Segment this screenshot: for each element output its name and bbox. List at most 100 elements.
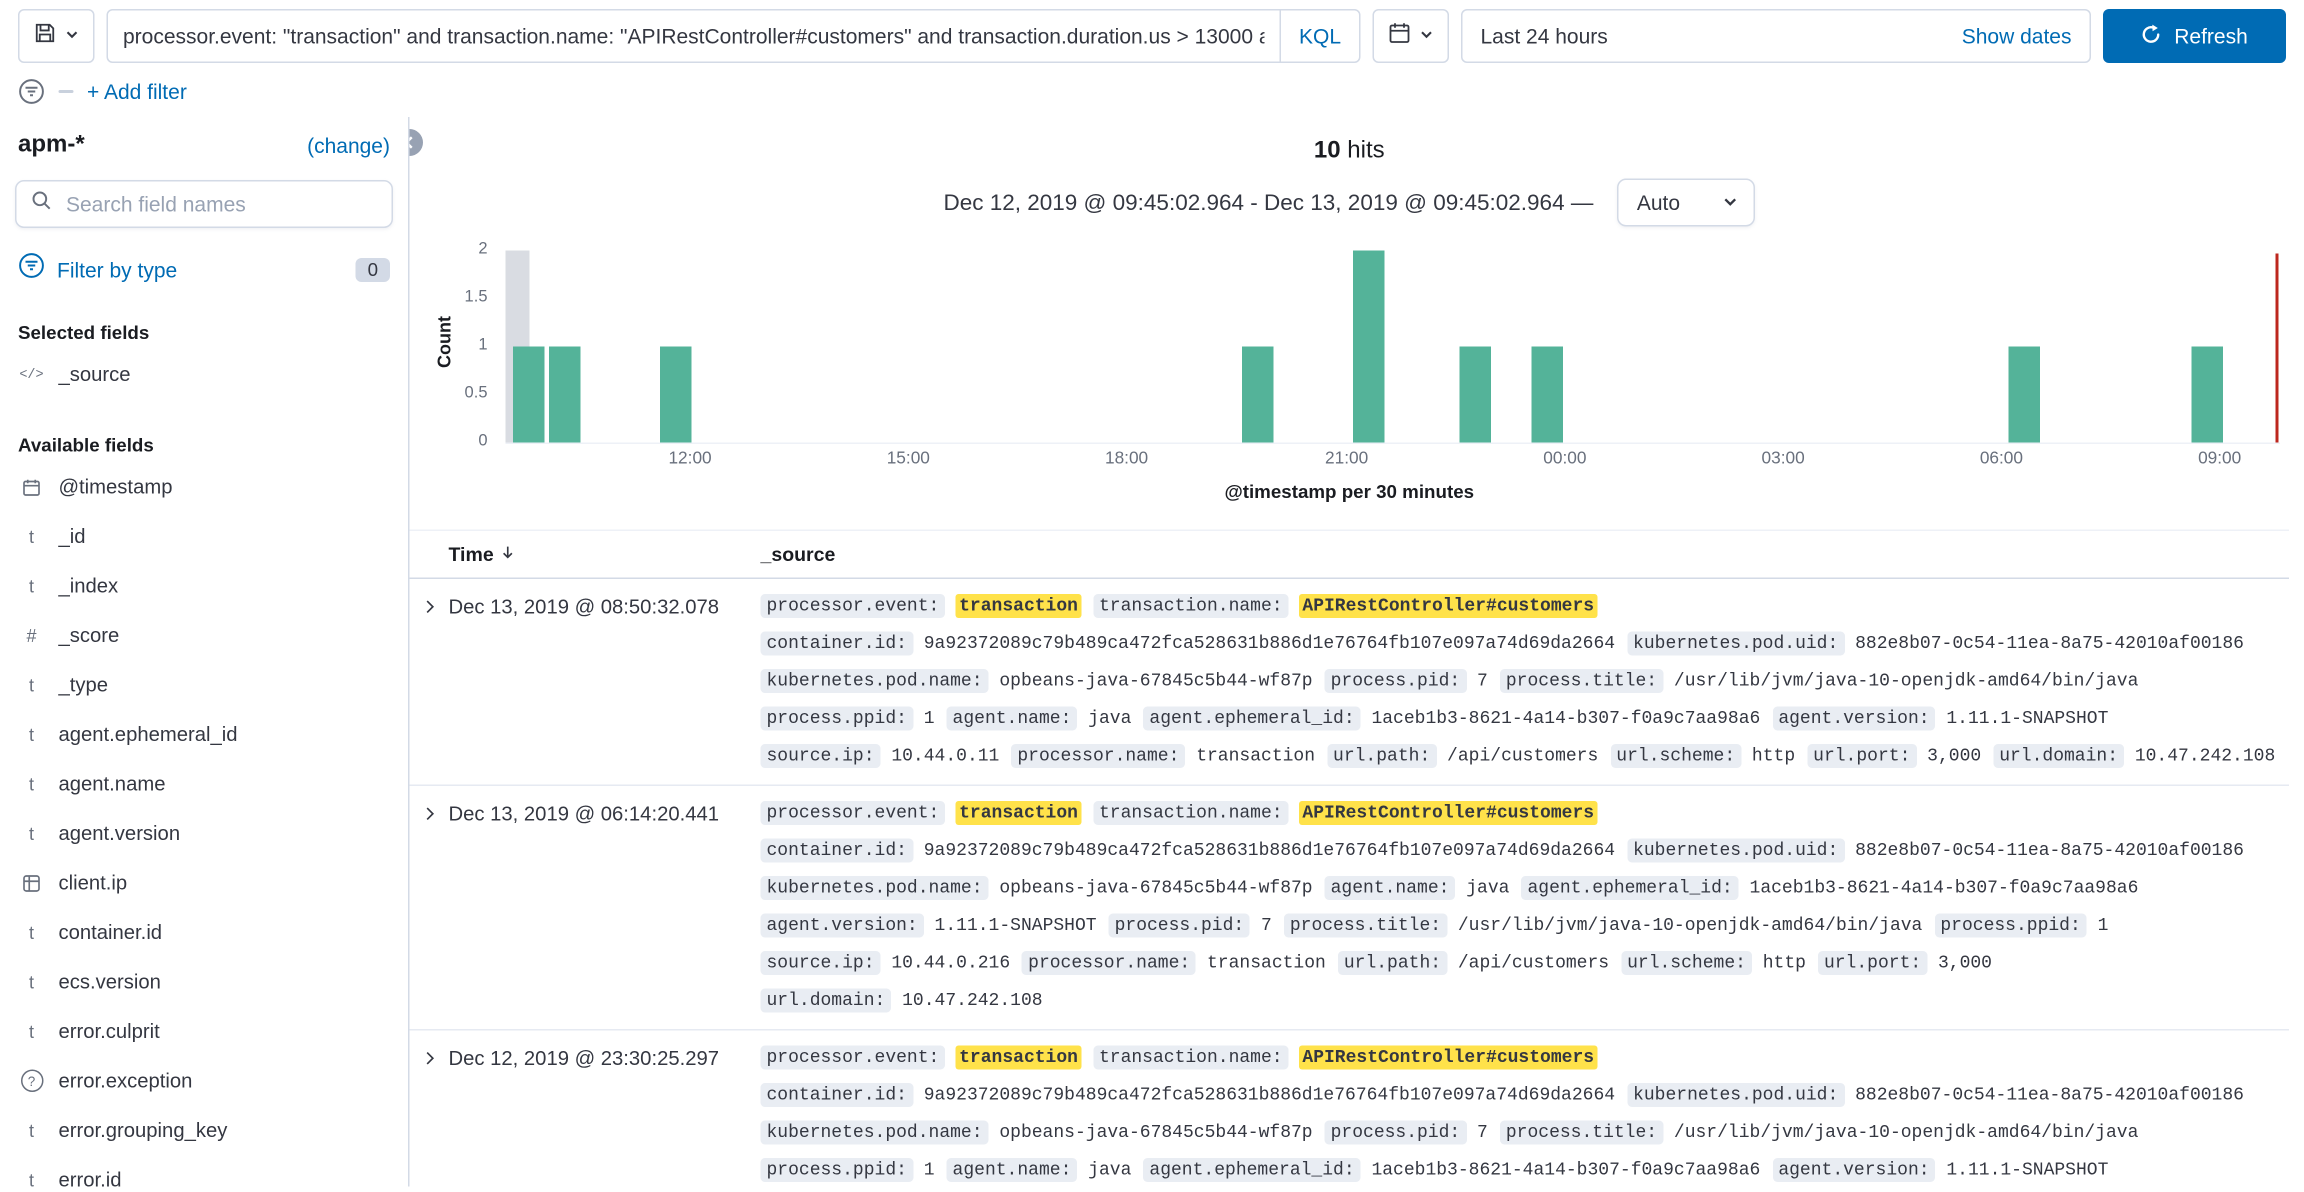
field-pair: agent.ephemeral_id: 1aceb1b3-8621-4a14-b… [1143, 707, 1760, 733]
hits-summary: 10 hits [410, 138, 2290, 165]
histogram-bar[interactable] [1531, 347, 1563, 443]
field-item-client.ip[interactable]: client.ip [12, 858, 396, 908]
save-query-button[interactable] [18, 9, 95, 63]
field-key: agent.ephemeral_id: [1143, 1158, 1360, 1182]
refresh-button[interactable]: Refresh [2103, 9, 2286, 63]
filter-options-icon[interactable] [18, 78, 45, 105]
field-key: url.port: [1818, 951, 1927, 975]
date-picker-button[interactable] [1373, 9, 1450, 63]
filter-by-type-button[interactable]: Filter by type [57, 257, 344, 281]
field-item-_type[interactable]: t_type [12, 660, 396, 710]
field-value: 9a92372089c79b489ca472fca528631b886d1e76… [924, 840, 1615, 861]
change-index-pattern-button[interactable]: (change) [307, 134, 390, 158]
histogram-bar[interactable] [1460, 347, 1492, 443]
query-input[interactable] [108, 24, 1279, 48]
time-column-header[interactable]: Time [449, 543, 761, 566]
x-axis-tick: 21:00 [1325, 450, 1368, 468]
x-axis-tick: 12:00 [668, 450, 711, 468]
histogram-bar[interactable] [2009, 347, 2041, 443]
expand-row-toggle[interactable] [410, 594, 449, 770]
field-value: 1 [2098, 915, 2109, 936]
field-key: agent.version: [1772, 707, 1935, 731]
field-pair: container.id: 9a92372089c79b489ca472fca5… [761, 632, 1616, 658]
field-value: 9a92372089c79b489ca472fca528631b886d1e76… [924, 1085, 1615, 1106]
field-item-error.id[interactable]: terror.id [12, 1155, 396, 1187]
field-pair: transaction.name: APIRestController#cust… [1093, 801, 1597, 827]
field-pair: url.port: 3,000 [1818, 951, 1992, 977]
field-item-agent.name[interactable]: tagent.name [12, 759, 396, 809]
field-item-agent.ephemeral_id[interactable]: tagent.ephemeral_id [12, 710, 396, 760]
field-item-error.grouping_key[interactable]: terror.grouping_key [12, 1106, 396, 1156]
kql-language-button[interactable]: KQL [1279, 11, 1359, 62]
field-pair: url.path: /api/customers [1327, 744, 1598, 770]
doc-timestamp: Dec 13, 2019 @ 06:14:20.441 [449, 801, 761, 1014]
x-axis-tick: 03:00 [1762, 450, 1805, 468]
field-pair: process.pid: 7 [1109, 914, 1272, 940]
field-value: 882e8b07-0c54-11ea-8a75-42010af00186 [1855, 1085, 2244, 1106]
kibana-discover-page: KQL Last 24 hours Show dates Refresh + A… [0, 0, 2304, 1192]
field-pair: url.scheme: http [1610, 744, 1795, 770]
field-item-container.id[interactable]: tcontainer.id [12, 908, 396, 958]
index-pattern-name: apm-* [18, 132, 85, 159]
available-fields-heading: Available fields [18, 435, 390, 456]
field-pair: kubernetes.pod.uid: 882e8b07-0c54-11ea-8… [1627, 839, 2244, 865]
histogram-bar[interactable] [660, 347, 692, 443]
doc-source: processor.event: transactiontransaction.… [761, 801, 2290, 1014]
y-axis-tick: 0.5 [425, 384, 488, 402]
string-type-icon: t [18, 575, 45, 596]
field-name: _type [59, 674, 109, 697]
field-pair: transaction.name: APIRestController#cust… [1093, 1046, 1597, 1072]
field-item-_source[interactable]: </>_source [12, 350, 396, 400]
histogram-plot[interactable]: 12:0015:0018:0021:0000:0003:0006:0009:00 [506, 251, 2281, 445]
field-value: 10.44.0.11 [891, 746, 999, 767]
histogram-bar[interactable] [1242, 347, 1274, 443]
field-item-_id[interactable]: t_id [12, 512, 396, 562]
string-type-icon: t [18, 1169, 45, 1186]
show-dates-button[interactable]: Show dates [1944, 24, 2090, 48]
field-value: /usr/lib/jvm/java-10-openjdk-amd64/bin/j… [1674, 1122, 2138, 1143]
field-item-_score[interactable]: #_score [12, 611, 396, 661]
field-value: transaction [1196, 746, 1315, 767]
x-axis-title: @timestamp per 30 minutes [410, 482, 2290, 503]
table-header-row: Time _source [410, 530, 2290, 580]
field-item-agent.version[interactable]: tagent.version [12, 809, 396, 859]
histogram-chart: Count 12:0015:0018:0021:0000:0003:0006:0… [410, 245, 2290, 524]
field-key: url.domain: [1993, 744, 2124, 768]
field-value: transaction [956, 1046, 1081, 1070]
histogram-time-range: Dec 12, 2019 @ 09:45:02.964 - Dec 13, 20… [943, 190, 1593, 216]
top-navigation: KQL Last 24 hours Show dates Refresh + A… [0, 0, 2304, 117]
field-item-@timestamp[interactable]: @timestamp [12, 462, 396, 512]
expand-row-toggle[interactable] [410, 1046, 449, 1187]
histogram-bar[interactable] [549, 347, 581, 443]
field-item-error.culprit[interactable]: terror.culprit [12, 1007, 396, 1057]
time-range-button[interactable]: Last 24 hours [1463, 24, 1944, 48]
add-filter-button[interactable]: + Add filter [87, 80, 187, 104]
expand-row-toggle[interactable] [410, 801, 449, 1014]
field-pair: url.path: /api/customers [1338, 951, 1609, 977]
field-key: kubernetes.pod.uid: [1627, 839, 1844, 863]
string-type-icon: t [18, 971, 45, 992]
field-item-error.exception[interactable]: ?error.exception [12, 1056, 396, 1106]
filter-bar: + Add filter [0, 63, 2304, 117]
histogram-bar[interactable] [513, 347, 545, 443]
field-pair: agent.name: java [947, 707, 1132, 733]
query-bar: KQL [107, 9, 1361, 63]
histogram-bar[interactable] [2191, 347, 2223, 443]
field-value: opbeans-java-67845c5b44-wf87p [999, 1122, 1312, 1143]
doc-timestamp: Dec 13, 2019 @ 08:50:32.078 [449, 594, 761, 770]
field-search-input[interactable] [63, 191, 378, 218]
filter-by-type-icon [18, 252, 45, 287]
field-item-ecs.version[interactable]: tecs.version [12, 957, 396, 1007]
field-key: kubernetes.pod.name: [761, 1121, 989, 1145]
field-pair: process.title: /usr/lib/jvm/java-10-open… [1284, 914, 1923, 940]
field-pair: processor.name: transaction [1011, 744, 1315, 770]
interval-select[interactable]: Auto [1617, 179, 1755, 227]
ip-icon [18, 874, 45, 892]
query-row: KQL Last 24 hours Show dates Refresh [0, 0, 2304, 63]
field-value: APIRestController#customers [1299, 1046, 1597, 1070]
field-value: 882e8b07-0c54-11ea-8a75-42010af00186 [1855, 840, 2244, 861]
field-value: 10.47.242.108 [2135, 746, 2275, 767]
histogram-bar[interactable] [1354, 251, 1386, 443]
chevron-down-icon [65, 23, 80, 50]
field-item-_index[interactable]: t_index [12, 561, 396, 611]
